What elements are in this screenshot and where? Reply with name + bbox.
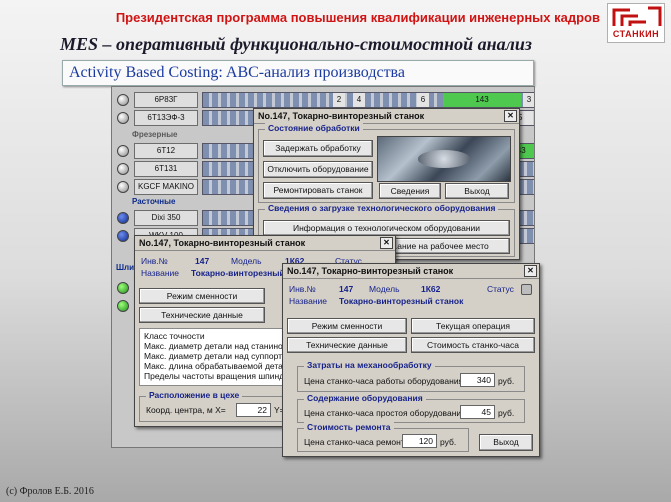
copyright-footer: (c) Фролов Е.Б. 2016 xyxy=(6,486,94,497)
group-title: Состояние обработки xyxy=(265,123,363,133)
maintenance-group: Содержание оборудования Цена станко-часа… xyxy=(297,393,525,423)
lathe-machine-image xyxy=(377,136,511,182)
tech-data-button[interactable]: Технические данные xyxy=(287,337,407,353)
close-icon[interactable]: ✕ xyxy=(380,237,393,249)
param-item: Пределы частоты вращения шпинде... xyxy=(144,371,296,381)
window-title-bar[interactable]: No.147, Токарно-винторезный станок ✕ xyxy=(254,109,519,124)
machine-button[interactable]: 6Т12 xyxy=(134,143,198,159)
exit-button[interactable]: Выход xyxy=(479,434,533,451)
timeline-segment: 2 xyxy=(333,93,345,107)
inv-label: Инв.№ xyxy=(141,256,168,266)
param-item: Макс. диаметр детали над станиной, xyxy=(144,341,290,351)
machine-button[interactable]: 6Р83Г xyxy=(134,92,198,108)
status-indicator-icon xyxy=(521,284,532,295)
param-item: Класс точности xyxy=(144,331,205,341)
logo-mark-icon xyxy=(612,6,662,26)
machine-button[interactable]: 6Т13ЭФ-3 xyxy=(134,110,198,126)
window-title-bar[interactable]: No.147, Токарно-винторезный станок ✕ xyxy=(283,264,539,279)
model-label: Модель xyxy=(231,256,262,266)
group-title: Расположение в цехе xyxy=(146,390,243,400)
machining-costs-group: Затраты на механообработку Цена станко-ч… xyxy=(297,360,525,392)
status-label: Статус xyxy=(487,284,514,294)
group-label-boring: Расточные xyxy=(132,197,176,206)
inv-label: Инв.№ xyxy=(289,284,316,294)
abc-banner-text: Activity Based Costing: ABC-анализ произ… xyxy=(69,64,405,81)
status-led-icon xyxy=(117,112,129,124)
window-title-bar[interactable]: No.147, Токарно-винторезный станок ✕ xyxy=(135,236,395,251)
coord-x-field[interactable]: 22 xyxy=(236,403,271,417)
work-cost-field[interactable]: 340 xyxy=(460,373,495,387)
close-icon[interactable]: ✕ xyxy=(504,110,517,122)
machine-button[interactable]: Dixi 350 xyxy=(134,210,198,226)
equipment-info-button[interactable]: Информация о технологическом оборудовани… xyxy=(263,220,510,236)
coord-label: Коорд. центра, м X= xyxy=(146,405,226,415)
disable-equipment-button[interactable]: Отключить оборудование xyxy=(263,161,373,178)
window-title: No.147, Токарно-винторезный станок xyxy=(258,111,425,121)
window-title: No.147, Токарно-винторезный станок xyxy=(287,266,454,276)
unit-label: руб. xyxy=(440,437,457,447)
status-led-icon xyxy=(117,145,129,157)
current-operation-button[interactable]: Текущая операция xyxy=(411,318,535,334)
idle-cost-label: Цена станко-часа простоя оборудования xyxy=(304,408,466,418)
machine-timeline[interactable]: 2 4 6 143 3 xyxy=(202,92,534,108)
machine-hour-cost-button[interactable]: Стоимость станко-часа xyxy=(411,337,535,353)
logo-text: СТАНКИН xyxy=(612,29,660,39)
repair-cost-label: Цена станко-часа ремонта xyxy=(304,437,410,447)
window-title: No.147, Токарно-винторезный станок xyxy=(139,238,306,248)
status-led-icon xyxy=(117,300,129,312)
group-label-milling: Фрезерные xyxy=(132,130,178,139)
processing-state-group: Состояние обработки Задержать обработку … xyxy=(258,123,515,203)
tech-data-button[interactable]: Технические данные xyxy=(139,307,265,323)
close-icon[interactable]: ✕ xyxy=(524,265,537,277)
group-title: Сведения о загрузке технологического обо… xyxy=(265,203,499,213)
name-label: Название xyxy=(141,268,179,278)
param-item: Макс. длина обрабатываемой детали xyxy=(144,361,293,371)
machine-row: 6Р83Г 2 4 6 143 3 xyxy=(112,91,534,108)
machine-cost-window: No.147, Токарно-винторезный станок ✕ Инв… xyxy=(282,263,540,457)
delay-processing-button[interactable]: Задержать обработку xyxy=(263,140,373,157)
model-label: Модель xyxy=(369,284,400,294)
slide-title: Президентская программа повышения квалиф… xyxy=(115,10,600,25)
group-title: Стоимость ремонта xyxy=(304,422,394,432)
status-led-icon xyxy=(117,181,129,193)
timeline-segment: 3 xyxy=(523,93,534,107)
timeline-segment: 143 xyxy=(443,93,521,107)
machine-button[interactable]: 6Т131 xyxy=(134,161,198,177)
param-item: Макс. диаметр детали над суппортом xyxy=(144,351,293,361)
name-label: Название xyxy=(289,296,327,306)
group-title: Содержание оборудования xyxy=(304,393,426,403)
status-led-icon xyxy=(117,94,129,106)
name-value: Токарно-винторезный станок xyxy=(339,296,464,306)
timeline-segment: 6 xyxy=(417,93,429,107)
machine-button[interactable]: KGCF MAKINO xyxy=(134,179,198,195)
status-led-icon xyxy=(117,163,129,175)
inv-value: 147 xyxy=(195,256,210,266)
slide-subtitle: MES – оперативный функционально-стоимост… xyxy=(60,34,532,54)
shift-mode-button[interactable]: Режим сменности xyxy=(287,318,407,334)
exit-button[interactable]: Выход xyxy=(445,183,509,199)
unit-label: руб. xyxy=(498,408,515,418)
abc-banner: Activity Based Costing: ABC-анализ произ… xyxy=(62,60,534,86)
inv-value: 147 xyxy=(339,284,354,294)
idle-cost-field[interactable]: 45 xyxy=(460,405,495,419)
model-value: 1К62 xyxy=(421,284,441,294)
repair-cost-field[interactable]: 120 xyxy=(402,434,437,448)
status-led-icon xyxy=(117,282,129,294)
work-cost-label: Цена станко-часа работы оборудования xyxy=(304,376,464,386)
timeline-segment: 4 xyxy=(353,93,365,107)
status-led-icon xyxy=(117,230,129,242)
info-button[interactable]: Сведения xyxy=(379,183,441,199)
repair-cost-group: Стоимость ремонта Цена станко-часа ремон… xyxy=(297,422,469,452)
stankin-logo: СТАНКИН xyxy=(607,3,665,43)
status-led-icon xyxy=(117,212,129,224)
unit-label: руб. xyxy=(498,376,515,386)
group-title: Затраты на механообработку xyxy=(304,360,435,370)
repair-machine-button[interactable]: Ремонтировать станок xyxy=(263,182,373,199)
shift-mode-button[interactable]: Режим сменности xyxy=(139,288,265,304)
